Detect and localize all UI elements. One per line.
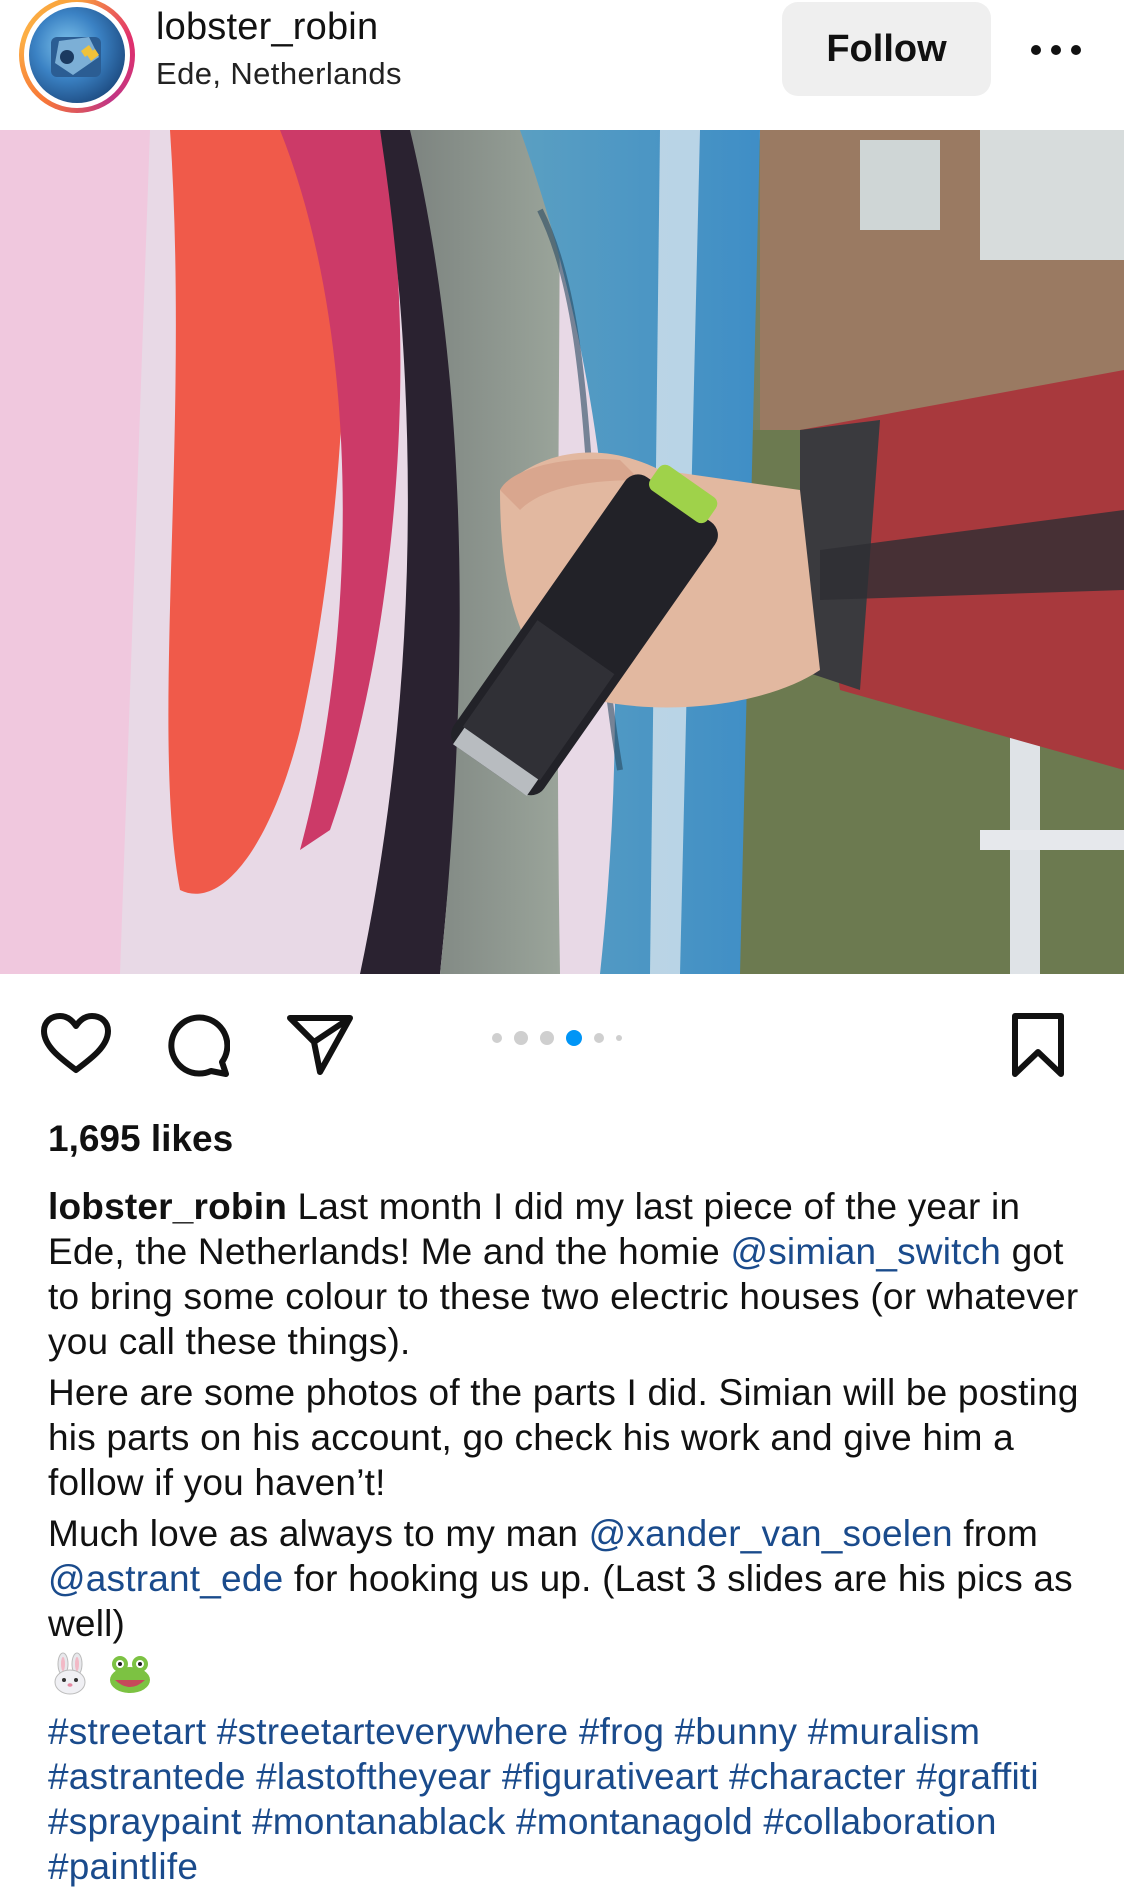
hashtag-link[interactable]: #montanablack <box>252 1801 506 1842</box>
comment-icon[interactable] <box>164 1012 231 1083</box>
mention-link[interactable]: @simian_switch <box>730 1231 1001 1272</box>
carousel-dot-active <box>566 1030 582 1046</box>
mention-link[interactable]: @xander_van_soelen <box>589 1513 953 1554</box>
hashtag-link[interactable]: #figurativeart <box>502 1756 719 1797</box>
bookmark-icon[interactable] <box>1009 1012 1067 1083</box>
hashtag-link[interactable]: #collaboration <box>763 1801 996 1842</box>
follow-button[interactable]: Follow <box>782 2 991 96</box>
post-photo[interactable] <box>0 130 1124 974</box>
hashtag-link[interactable]: #lastoftheyear <box>256 1756 491 1797</box>
hashtag-link[interactable]: #astrantede <box>48 1756 246 1797</box>
hashtag-link[interactable]: #frog <box>579 1711 664 1752</box>
hashtag-link[interactable]: #montanagold <box>516 1801 753 1842</box>
caption-paragraph: Here are some photos of the parts I did.… <box>48 1372 1079 1503</box>
more-options-icon[interactable] <box>1026 30 1086 70</box>
share-icon[interactable] <box>284 1012 356 1083</box>
carousel-dot <box>616 1035 622 1041</box>
hashtag-list: #streetart #streetarteverywhere #frog #b… <box>48 1709 1088 1889</box>
carousel-indicator <box>492 1026 622 1050</box>
avatar[interactable] <box>19 0 135 113</box>
hashtag-link[interactable]: #streetart <box>48 1711 206 1752</box>
caption-paragraph: Much love as always to my man @xander_va… <box>48 1511 1088 1646</box>
post-caption: lobster_robin Last month I did my last p… <box>48 1184 1088 1895</box>
rabbit-face-emoji <box>48 1652 92 1709</box>
hashtag-link[interactable]: #graffiti <box>916 1756 1038 1797</box>
caption-text: from <box>952 1513 1039 1554</box>
hashtag-link[interactable]: #bunny <box>675 1711 798 1752</box>
carousel-dot <box>514 1031 528 1045</box>
hashtag-link[interactable]: #paintlife <box>48 1846 198 1887</box>
carousel-dot <box>540 1031 554 1045</box>
mention-link[interactable]: @astrant_ede <box>48 1558 283 1599</box>
avatar-image <box>29 7 125 103</box>
caption-username[interactable]: lobster_robin <box>48 1186 287 1227</box>
hashtag-link[interactable]: #muralism <box>808 1711 980 1752</box>
post-username[interactable]: lobster_robin <box>156 6 378 49</box>
hashtag-link[interactable]: #streetarteverywhere <box>217 1711 569 1752</box>
post-location[interactable]: Ede, Netherlands <box>156 56 402 92</box>
caption-text: Much love as always to my man <box>48 1513 589 1554</box>
hashtag-link[interactable]: #character <box>729 1756 906 1797</box>
likes-count[interactable]: 1,695 likes <box>48 1118 233 1160</box>
hashtag-link[interactable]: #spraypaint <box>48 1801 242 1842</box>
frog-face-emoji <box>107 1652 153 1709</box>
carousel-dot <box>594 1033 604 1043</box>
caption-paragraph: lobster_robin Last month I did my last p… <box>48 1184 1088 1364</box>
emoji-row <box>48 1652 1088 1709</box>
post-header: lobster_robin Ede, Netherlands Follow <box>0 0 1124 130</box>
carousel-dot <box>492 1033 502 1043</box>
heart-icon[interactable] <box>40 1012 112 1081</box>
